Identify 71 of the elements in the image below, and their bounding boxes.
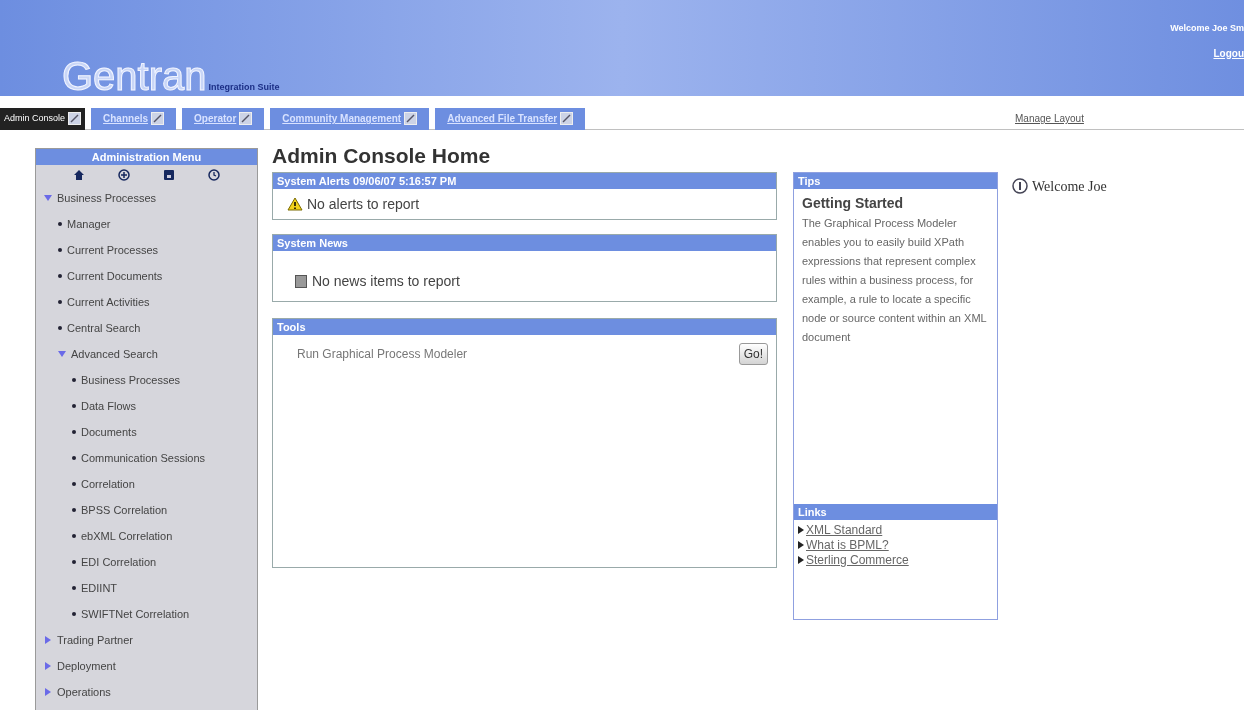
alert-message: No alerts to report xyxy=(307,194,420,214)
bullet-icon xyxy=(72,378,76,382)
panel-title: Links xyxy=(794,504,997,520)
menu-item[interactable]: Central Search xyxy=(67,319,141,337)
edit-icon[interactable] xyxy=(560,112,574,125)
expanded-arrow-icon[interactable] xyxy=(58,350,66,358)
menu-item[interactable]: Data Flows xyxy=(81,397,137,415)
menu-item[interactable]: Deployment xyxy=(57,657,116,675)
bullet-icon xyxy=(58,222,62,226)
menu-item[interactable]: Communication Sessions xyxy=(81,449,206,467)
menu-item[interactable]: SWIFTNet Correlation xyxy=(81,605,190,623)
add-icon[interactable] xyxy=(117,169,130,181)
refresh-icon[interactable] xyxy=(208,169,221,181)
bullet-icon xyxy=(58,326,62,330)
edit-icon[interactable] xyxy=(68,112,82,125)
panel-title: System Alerts 09/06/07 5:16:57 PM xyxy=(273,173,776,189)
expanded-arrow-icon[interactable] xyxy=(44,194,52,202)
bullet-icon xyxy=(72,404,76,408)
bullet-icon xyxy=(72,430,76,434)
bullet-icon xyxy=(72,534,76,538)
menu-item[interactable]: Documents xyxy=(81,423,137,441)
home-icon[interactable] xyxy=(72,169,85,181)
tool-label: Run Graphical Process Modeler xyxy=(297,346,468,363)
collapsed-arrow-icon[interactable] xyxy=(44,636,52,644)
bullet-icon xyxy=(72,560,76,564)
edit-icon[interactable] xyxy=(404,112,418,125)
bullet-icon xyxy=(72,482,76,486)
bullet-icon xyxy=(72,612,76,616)
menu-item[interactable]: EDIINT xyxy=(81,579,118,597)
menu-item[interactable]: Operations xyxy=(57,683,111,701)
bullet-icon xyxy=(72,508,76,512)
bullet-icon xyxy=(72,456,76,460)
collapsed-arrow-icon[interactable] xyxy=(44,662,52,670)
logo-subtitle: Integration Suite xyxy=(208,80,280,94)
menu-item[interactable]: Current Activities xyxy=(67,293,150,311)
welcome-message: Welcome Joe xyxy=(1032,177,1107,196)
info-icon xyxy=(1012,178,1028,194)
menu-item[interactable]: Business Processes xyxy=(57,189,157,207)
go-button[interactable]: Go! xyxy=(738,343,768,365)
manage-layout-link[interactable]: Manage Layout xyxy=(1015,111,1084,126)
collapsed-arrow-icon[interactable] xyxy=(44,688,52,696)
menu-item[interactable]: Business Processes xyxy=(81,371,181,389)
news-message: No news items to report xyxy=(312,271,460,291)
welcome-text: Welcome Joe Sm xyxy=(1170,22,1244,35)
menu-item[interactable]: Current Documents xyxy=(67,267,163,285)
bullet-icon xyxy=(58,274,62,278)
tips-heading: Getting Started xyxy=(801,194,905,213)
panel-title: Tips xyxy=(794,173,997,189)
menu-item[interactable]: EDI Correlation xyxy=(81,553,157,571)
menu-item[interactable]: BPSS Correlation xyxy=(81,501,168,519)
bullet-icon xyxy=(58,300,62,304)
menu-item[interactable]: Current Processes xyxy=(67,241,159,259)
edit-icon[interactable] xyxy=(151,112,165,125)
tips-text: The Graphical Process Modeler enables you to easily build XPath expressions that represent complex rules within a business process, for example, a rule to locate a specific node or source content within an XML document xyxy=(801,216,988,345)
menu-item[interactable]: Correlation xyxy=(81,475,135,493)
sidebar-title: Administration Menu xyxy=(36,149,257,165)
menu-item[interactable]: Trading Partner xyxy=(57,631,134,649)
bullet-icon xyxy=(58,248,62,252)
bullet-icon xyxy=(72,586,76,590)
edit-icon[interactable] xyxy=(239,112,253,125)
news-icon xyxy=(295,274,307,288)
warning-icon xyxy=(287,197,303,211)
logo: Gentran xyxy=(62,56,207,96)
menu-item[interactable]: ebXML Correlation xyxy=(81,527,173,545)
panel-title: Tools xyxy=(273,319,776,335)
panel-title: System News xyxy=(273,235,776,251)
menu-item[interactable]: Manager xyxy=(67,215,111,233)
page-title: Admin Console Home xyxy=(272,144,492,168)
tab[interactable]: Admin Console xyxy=(0,107,86,130)
menu-item[interactable]: Advanced Search xyxy=(71,345,158,363)
save-icon[interactable] xyxy=(163,169,176,181)
